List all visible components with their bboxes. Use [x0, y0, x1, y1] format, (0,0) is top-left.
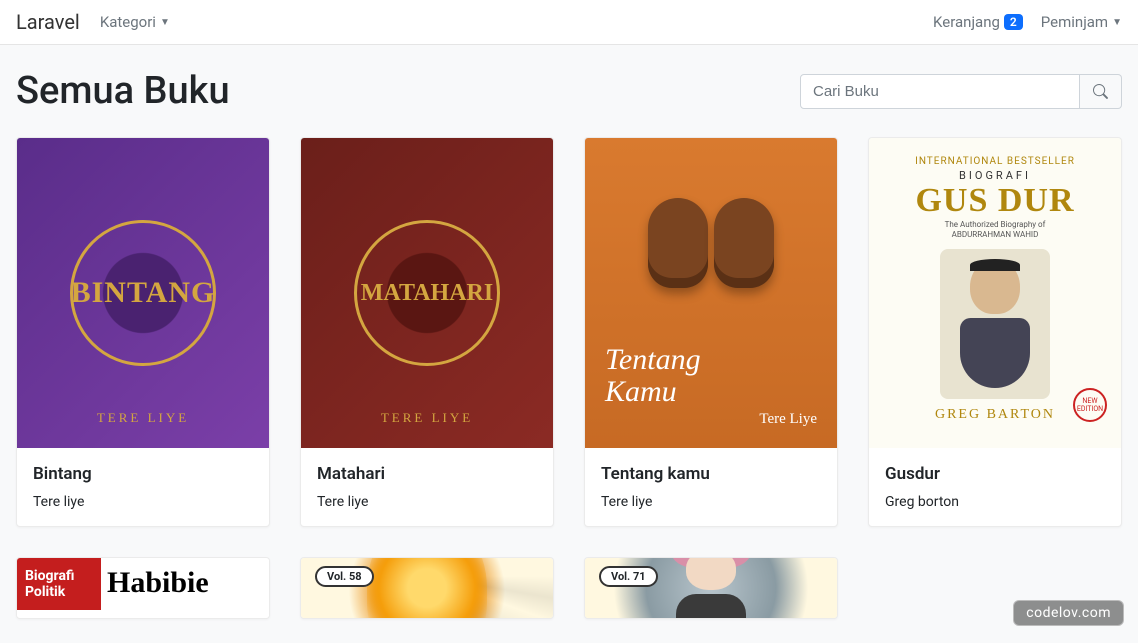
- cover-sub2-text: ABDURRAHMAN WAHID: [952, 230, 1039, 240]
- book-card[interactable]: MATAHARI TERE LIYE Matahari Tere liye: [300, 137, 554, 527]
- book-cover: BINTANG TERE LIYE: [17, 138, 269, 448]
- cover-red-box: Biografi Politik: [17, 558, 101, 610]
- page-title: Semua Buku: [16, 69, 230, 113]
- cover-stamp: NEW EDITION: [1073, 388, 1107, 422]
- caret-down-icon: ▼: [160, 17, 170, 28]
- search-input[interactable]: [800, 74, 1080, 109]
- kategori-dropdown[interactable]: Kategori ▼: [100, 13, 170, 31]
- cover-portrait: [940, 249, 1050, 399]
- cover-art-shoes: [648, 198, 774, 288]
- book-title: Bintang: [33, 464, 253, 484]
- cover-author-text: TERE LIYE: [381, 410, 473, 426]
- nav-right: Keranjang 2 Peminjam ▼: [933, 13, 1122, 31]
- book-grid: BINTANG TERE LIYE Bintang Tere liye MATA…: [16, 137, 1122, 619]
- cover-volume-badge: Vol. 58: [315, 566, 374, 587]
- peminjam-label: Peminjam: [1041, 13, 1108, 31]
- book-card[interactable]: Vol. 71: [584, 557, 838, 619]
- book-author: Tere liye: [33, 494, 253, 510]
- keranjang-link[interactable]: Keranjang 2: [933, 13, 1023, 31]
- book-title: Tentang kamu: [601, 464, 821, 484]
- cover-author-text: TERE LIYE: [97, 410, 189, 426]
- book-cover: INTERNATIONAL BESTSELLER BIOGRAFI GUS DU…: [869, 138, 1121, 448]
- cover-sub1-text: The Authorized Biography of: [945, 220, 1046, 230]
- cover-volume-badge: Vol. 71: [599, 566, 658, 587]
- card-body: Tentang kamu Tere liye: [585, 448, 837, 526]
- peminjam-dropdown[interactable]: Peminjam ▼: [1041, 13, 1122, 31]
- search-button[interactable]: [1080, 74, 1122, 109]
- card-body: Matahari Tere liye: [301, 448, 553, 526]
- book-card[interactable]: INTERNATIONAL BESTSELLER BIOGRAFI GUS DU…: [868, 137, 1122, 527]
- book-card[interactable]: Biografi Politik Habibie: [16, 557, 270, 619]
- book-card[interactable]: Vol. 58: [300, 557, 554, 619]
- book-author: Tere liye: [317, 494, 537, 510]
- cover-title-text: BINTANG: [71, 276, 216, 310]
- keranjang-label: Keranjang: [933, 13, 1000, 31]
- keranjang-badge: 2: [1004, 14, 1023, 30]
- book-cover: Vol. 58: [301, 558, 553, 618]
- cover-bestseller-text: INTERNATIONAL BESTSELLER: [915, 156, 1075, 167]
- card-body: Gusdur Greg borton: [869, 448, 1121, 526]
- cover-greg-text: GREG BARTON: [935, 407, 1055, 423]
- book-cover: Biografi Politik Habibie: [17, 558, 269, 618]
- caret-down-icon: ▼: [1112, 17, 1122, 28]
- book-title: Gusdur: [885, 464, 1105, 484]
- cover-big-text: Habibie: [107, 566, 209, 600]
- cover-author-text: Tere Liye: [605, 411, 817, 428]
- book-title: Matahari: [317, 464, 537, 484]
- book-cover: MATAHARI TERE LIYE: [301, 138, 553, 448]
- book-author: Greg borton: [885, 494, 1105, 510]
- card-body: Bintang Tere liye: [17, 448, 269, 526]
- book-cover: Tentang Kamu Tere Liye: [585, 138, 837, 448]
- cover-name-text: GUS DUR: [915, 182, 1074, 220]
- header-row: Semua Buku: [16, 69, 1122, 113]
- brand-link[interactable]: Laravel: [16, 10, 80, 34]
- cover-biografi-text: BIOGRAFI: [959, 169, 1031, 182]
- book-card[interactable]: Tentang Kamu Tere Liye Tentang kamu Tere…: [584, 137, 838, 527]
- watermark: codelov.com: [1013, 600, 1124, 626]
- navbar: Laravel Kategori ▼ Keranjang 2 Peminjam …: [0, 0, 1138, 45]
- book-cover: Vol. 71: [585, 558, 837, 618]
- book-card[interactable]: BINTANG TERE LIYE Bintang Tere liye: [16, 137, 270, 527]
- kategori-label: Kategori: [100, 13, 156, 31]
- cover-title-text: Tentang Kamu: [605, 344, 817, 407]
- cover-title-text: MATAHARI: [361, 280, 493, 307]
- book-author: Tere liye: [601, 494, 821, 510]
- search-group: [800, 74, 1122, 109]
- search-icon: [1093, 84, 1108, 99]
- main-container: Semua Buku BINTANG TERE LIYE Bintang Ter…: [0, 45, 1138, 643]
